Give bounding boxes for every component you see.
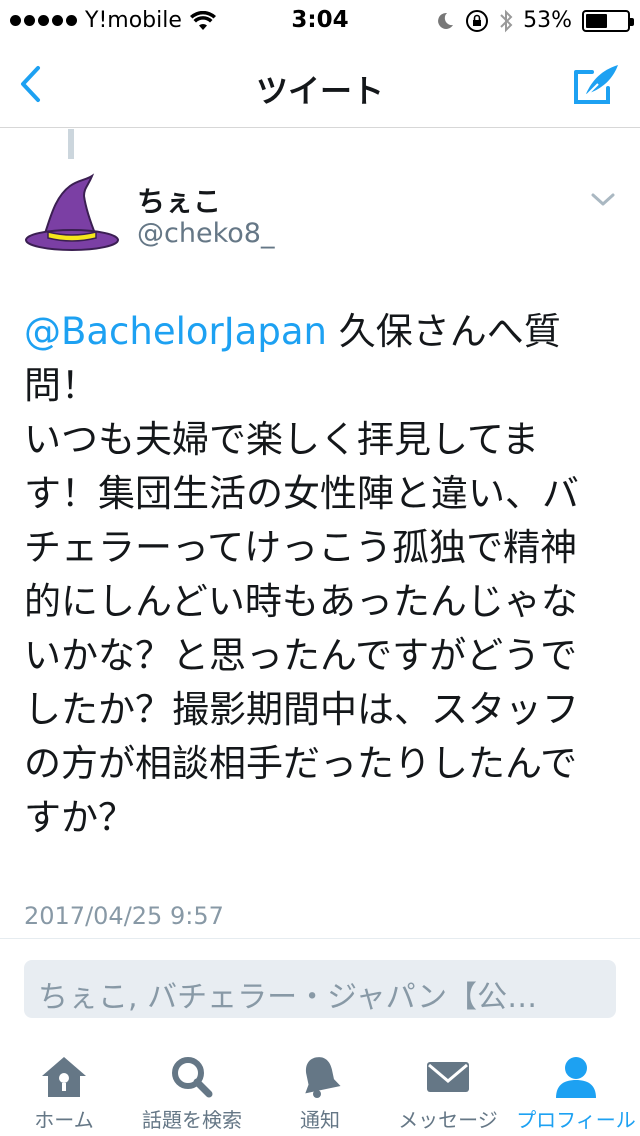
divider <box>0 938 640 939</box>
tab-label: プロフィール <box>516 1108 636 1132</box>
home-icon <box>42 1057 86 1097</box>
tweet-text: @BachelorJapan 久保さんへ質問！ いつも夫婦で楽しく拝見してます！… <box>24 305 604 845</box>
chevron-down-icon <box>591 193 615 206</box>
tab-label: 話題を検索 <box>142 1108 242 1132</box>
thread-connector <box>68 129 74 159</box>
status-icons: 53% <box>435 8 634 33</box>
tab-search[interactable]: 話題を検索 <box>128 1046 256 1136</box>
user-name[interactable]: ちぇこ <box>137 180 221 220</box>
search-icon <box>172 1057 213 1098</box>
bell-icon <box>305 1057 341 1098</box>
reply-placeholder: ちぇこ, バチェラー・ジャパン【公… <box>38 980 538 1015</box>
tab-home[interactable]: ホーム <box>0 1046 128 1136</box>
tab-messages[interactable]: メッセージ <box>384 1046 512 1136</box>
tab-label: ホーム <box>34 1108 94 1132</box>
moon-icon <box>438 12 454 29</box>
tweet-timestamp: 2017/04/25 9:57 <box>24 902 224 930</box>
profile-icon <box>556 1057 596 1098</box>
page-title: ツイート <box>255 72 384 110</box>
navigation-bar: ツイート <box>0 40 640 128</box>
compose-tweet-button[interactable] <box>572 62 622 108</box>
witch-hat-icon <box>25 173 119 251</box>
battery-percent: 53% <box>523 8 572 33</box>
avatar[interactable] <box>22 168 122 268</box>
user-handle[interactable]: @cheko8_ <box>137 218 274 249</box>
tab-label: メッセージ <box>398 1108 498 1132</box>
tab-label: 通知 <box>300 1108 340 1132</box>
mention-link[interactable]: @BachelorJapan <box>24 310 327 353</box>
compose-icon <box>574 65 618 104</box>
reply-field[interactable]: ちぇこ, バチェラー・ジャパン【公… <box>24 960 616 1018</box>
rotation-lock-icon <box>466 9 489 32</box>
battery-icon <box>582 9 634 32</box>
status-bar: Y!mobile 3:04 53% <box>0 0 640 40</box>
mail-icon <box>427 1062 469 1092</box>
tab-bar: ホーム 話題を検索 通知 メッセージ プロフィール <box>0 1046 640 1136</box>
tweet-options-button[interactable] <box>590 192 616 208</box>
tweet-body: 久保さんへ質問！ いつも夫婦で楽しく拝見してます！集団生活の女性陣と違い、バチェ… <box>24 310 579 839</box>
bluetooth-icon <box>500 9 513 32</box>
tab-profile[interactable]: プロフィール <box>512 1046 640 1136</box>
tab-notifications[interactable]: 通知 <box>256 1046 384 1136</box>
